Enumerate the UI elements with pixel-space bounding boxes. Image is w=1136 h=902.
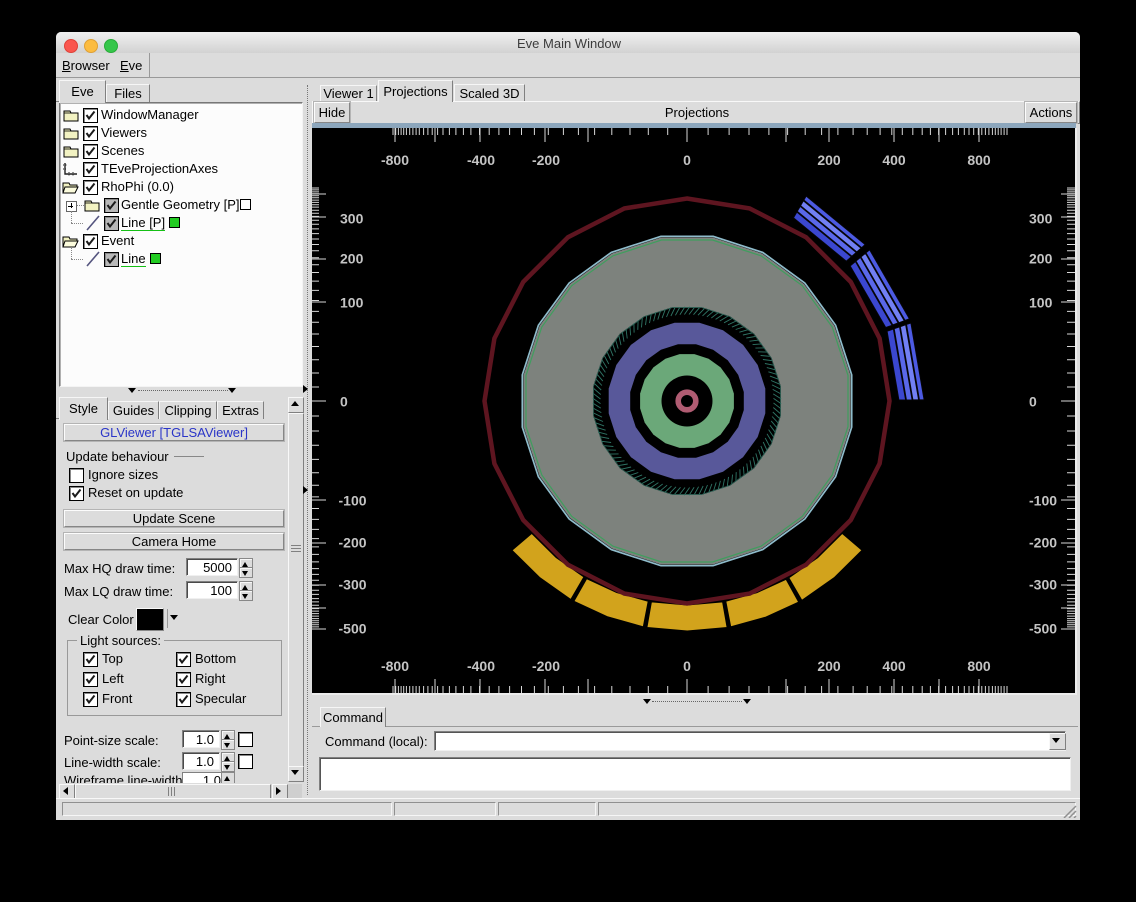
svg-text:300: 300 xyxy=(1029,211,1053,227)
svg-text:-200: -200 xyxy=(532,152,560,168)
svg-text:0: 0 xyxy=(683,152,691,168)
svg-text:-200: -200 xyxy=(1029,535,1057,551)
svg-text:300: 300 xyxy=(340,211,364,227)
svg-text:-400: -400 xyxy=(467,152,495,168)
svg-text:0: 0 xyxy=(683,658,691,674)
svg-text:-500: -500 xyxy=(1029,621,1057,637)
svg-text:-500: -500 xyxy=(339,621,367,637)
svg-text:-800: -800 xyxy=(381,658,409,674)
svg-text:0: 0 xyxy=(1029,394,1037,410)
svg-text:-800: -800 xyxy=(381,152,409,168)
svg-text:-300: -300 xyxy=(1029,577,1057,593)
svg-text:200: 200 xyxy=(1029,251,1053,267)
svg-text:400: 400 xyxy=(882,152,906,168)
svg-text:800: 800 xyxy=(967,152,991,168)
svg-text:-100: -100 xyxy=(339,493,367,509)
svg-text:-400: -400 xyxy=(467,658,495,674)
svg-text:200: 200 xyxy=(340,251,364,267)
svg-text:-200: -200 xyxy=(532,658,560,674)
svg-text:200: 200 xyxy=(817,152,841,168)
svg-text:0: 0 xyxy=(340,394,348,410)
svg-text:200: 200 xyxy=(817,658,841,674)
svg-text:-200: -200 xyxy=(339,535,367,551)
svg-text:100: 100 xyxy=(1029,295,1053,311)
svg-text:400: 400 xyxy=(882,658,906,674)
svg-text:100: 100 xyxy=(340,295,364,311)
svg-text:800: 800 xyxy=(967,658,991,674)
svg-text:-300: -300 xyxy=(339,577,367,593)
svg-text:-100: -100 xyxy=(1029,493,1057,509)
